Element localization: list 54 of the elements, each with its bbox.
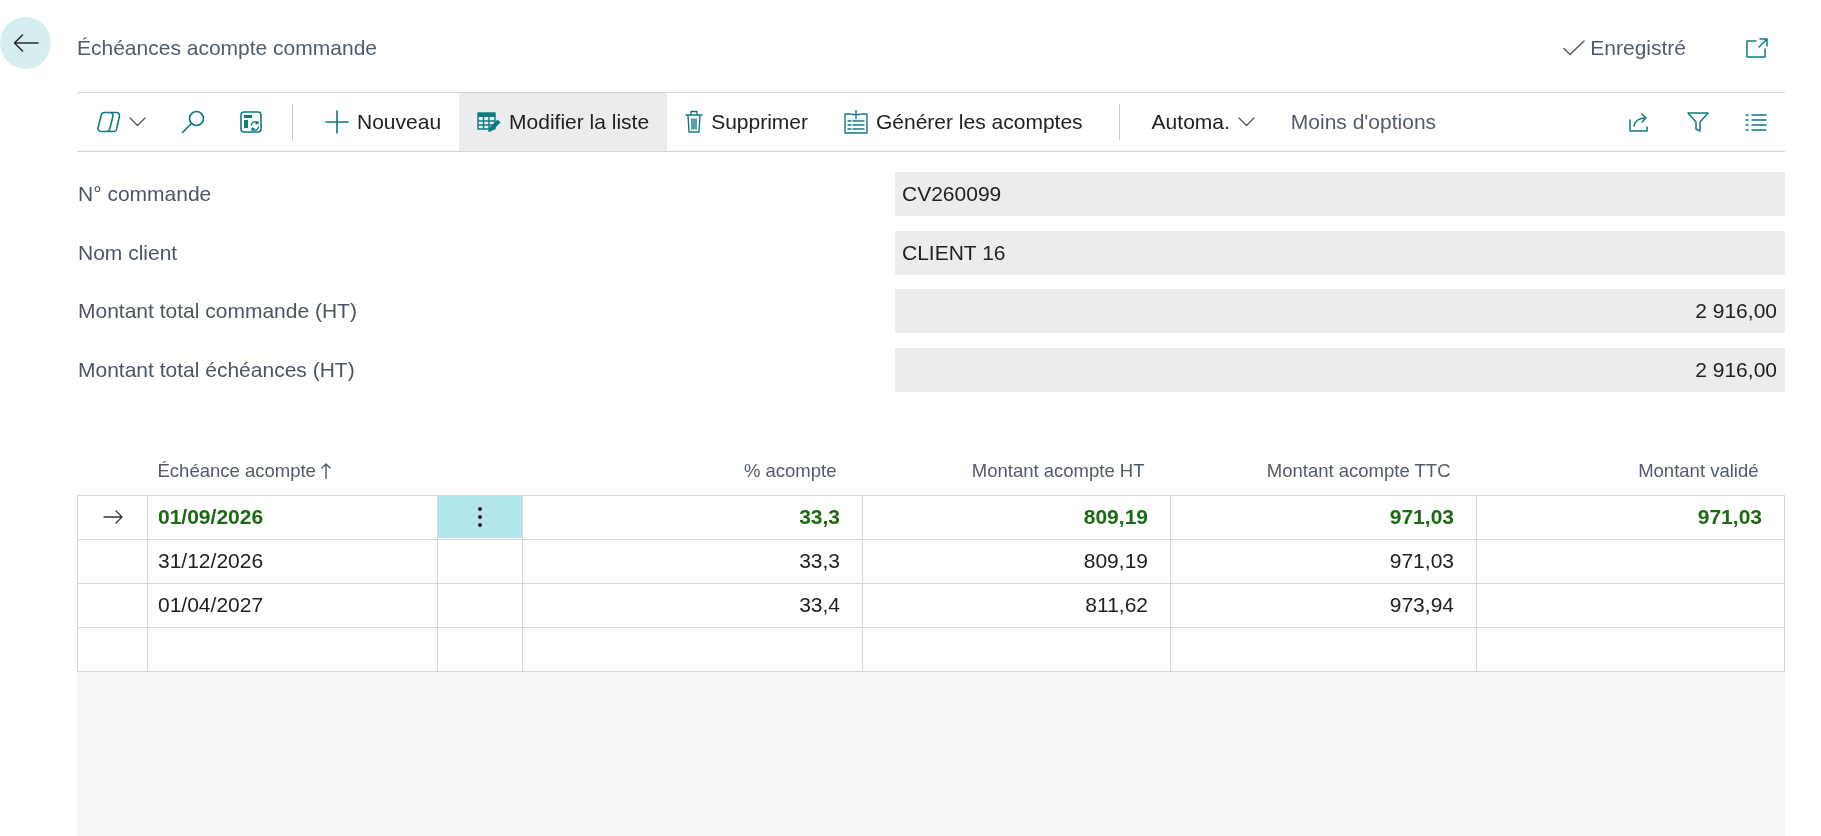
delete-button[interactable]: Supprimer	[667, 93, 826, 151]
table-edit-icon	[477, 111, 502, 133]
filter-icon	[1687, 111, 1709, 133]
checkmark-icon	[1563, 40, 1586, 56]
table-cell: 01/09/2026	[147, 495, 438, 539]
overlapping-shapes-icon	[97, 111, 121, 133]
layout-icon	[240, 111, 262, 133]
input-field[interactable]: 2 916,00	[895, 347, 1785, 392]
open-in-new-button[interactable]	[1746, 38, 1768, 58]
chevron-down-icon	[129, 117, 146, 127]
table-cell: 33,3	[522, 539, 863, 583]
document-plus-icon	[844, 110, 868, 134]
field-label: N° commande	[77, 182, 212, 206]
plus-icon	[325, 110, 349, 134]
dropdown-button[interactable]: Automa.	[1133, 93, 1273, 151]
table-cell: 973,94	[1170, 583, 1477, 627]
field-label: Nom client	[77, 240, 178, 265]
generate-button[interactable]: Générer les acomptes	[826, 93, 1101, 151]
table-cell: 33,4	[522, 583, 863, 627]
edit-list-button[interactable]: Modifier la liste	[459, 93, 668, 151]
table-cell: 811,62	[862, 583, 1171, 627]
open-in-new-icon	[1746, 38, 1768, 58]
search-icon	[181, 110, 205, 134]
more-options-icon	[477, 506, 483, 528]
save-status: Enregistré	[1590, 36, 1686, 60]
table-cell: 33,3	[522, 495, 863, 539]
trash-icon	[685, 110, 704, 134]
list-icon	[1745, 113, 1767, 131]
new-button[interactable]: Nouveau	[307, 93, 460, 151]
arrow-left-icon	[12, 33, 39, 53]
back-button[interactable]	[0, 17, 51, 69]
table-cell: 31/12/2026	[147, 539, 438, 583]
share-icon	[1629, 112, 1651, 132]
table-cell: 971,03	[1170, 539, 1477, 583]
input-field[interactable]: CLIENT 16	[895, 230, 1785, 275]
column-header[interactable]: Montant acompte HT	[971, 459, 1145, 482]
table-cell: 971,03	[1476, 495, 1785, 539]
toolbar-link[interactable]: Moins d'options	[1272, 93, 1455, 151]
arrow-right-icon	[102, 510, 123, 524]
table-cell: 809,19	[862, 539, 1171, 583]
table-cell: 809,19	[862, 495, 1171, 539]
column-header[interactable]: Échéance acompte	[157, 459, 331, 482]
column-header[interactable]: Montant validé	[1638, 459, 1759, 482]
chevron-down-icon	[1237, 117, 1255, 127]
page-title: Échéances acompte commande	[77, 36, 378, 60]
field-label: Montant total échéances (HT)	[77, 357, 355, 382]
table-cell: 01/04/2027	[147, 583, 438, 627]
arrow-up-icon	[320, 462, 331, 479]
field-label: Montant total commande (HT)	[77, 299, 357, 323]
input-field[interactable]: 2 916,00	[895, 289, 1785, 333]
input-field[interactable]: CV260099	[895, 172, 1785, 216]
table-cell: 971,03	[1170, 495, 1477, 539]
column-header[interactable]: Montant acompte TTC	[1266, 459, 1451, 482]
column-header[interactable]: % acompte	[743, 459, 837, 482]
